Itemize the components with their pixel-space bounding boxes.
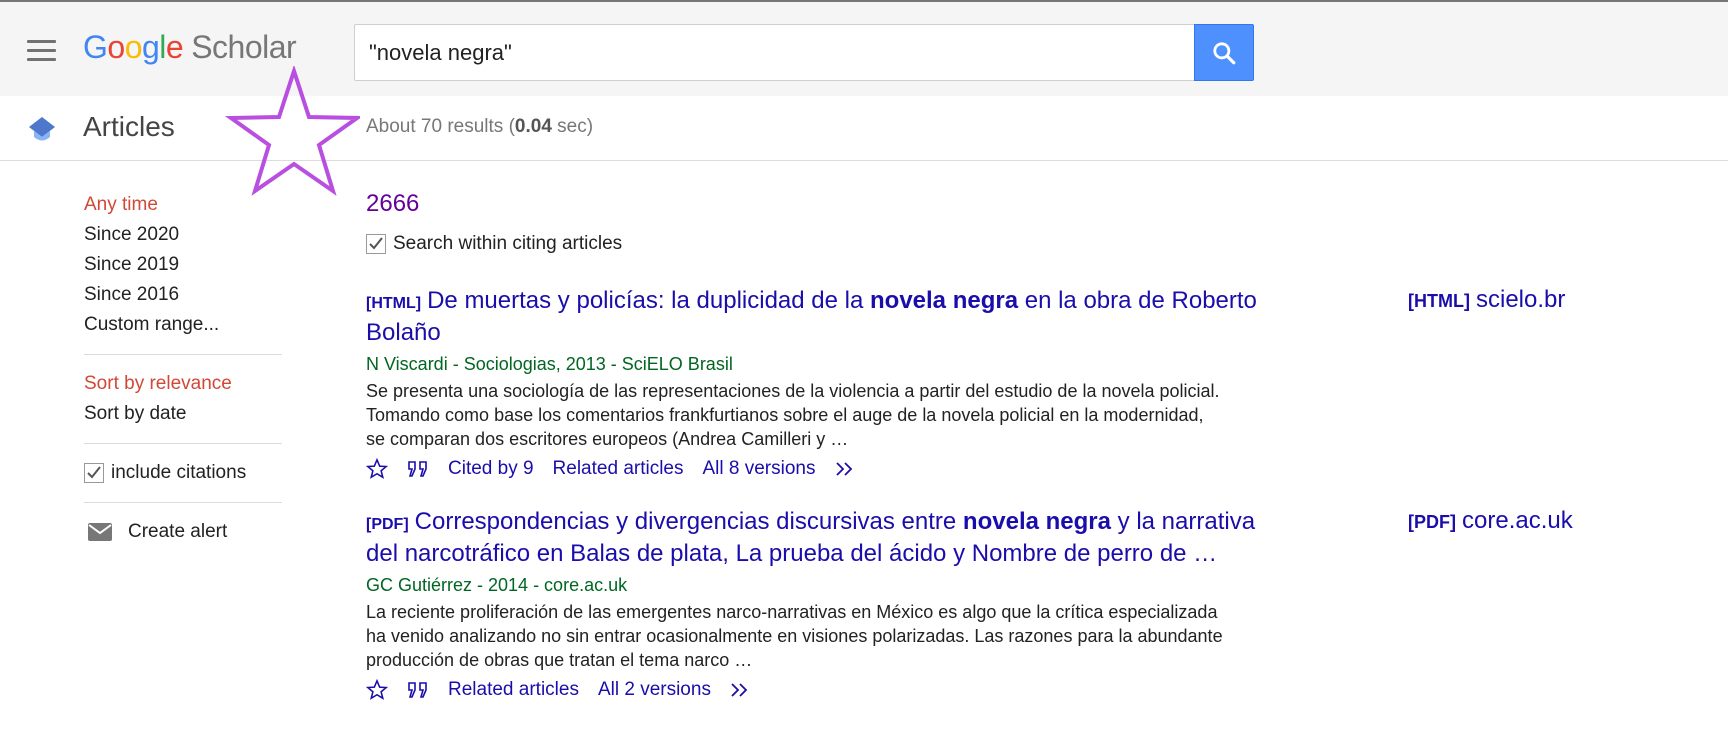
- side-format-tag: [HTML]: [1408, 291, 1470, 311]
- related-articles-link[interactable]: Related articles: [553, 458, 684, 480]
- logo-product-name: Scholar: [191, 29, 297, 65]
- result-meta: N Viscardi - Sociologias, 2013 - SciELO …: [366, 354, 733, 374]
- sidebar-divider: [84, 354, 282, 355]
- related-articles-link[interactable]: Related articles: [448, 679, 579, 701]
- cite-quote-icon[interactable]: [407, 460, 429, 478]
- side-domain: core.ac.uk: [1462, 507, 1573, 534]
- results-area: 2666 Search within citing articles [HTML…: [366, 190, 1666, 700]
- result-title-highlight: novela negra: [870, 287, 1019, 314]
- side-full-text-link[interactable]: [HTML] scielo.br: [1408, 286, 1565, 314]
- result-format-tag: [PDF]: [366, 516, 409, 533]
- search-input[interactable]: [355, 25, 1195, 80]
- all-versions-link[interactable]: All 2 versions: [598, 679, 711, 701]
- sort-by-relevance[interactable]: Sort by relevance: [84, 369, 282, 399]
- search-within-checkbox[interactable]: Search within citing articles: [366, 229, 1666, 259]
- result-format-tag: [HTML]: [366, 295, 422, 312]
- citing-count-link[interactable]: 2666: [366, 190, 1666, 223]
- include-citations-checkbox[interactable]: include citations: [84, 458, 282, 488]
- envelope-icon: [88, 523, 112, 541]
- filter-any-time[interactable]: Any time: [84, 190, 282, 220]
- more-chevrons-icon[interactable]: [730, 682, 752, 698]
- sidebar-divider: [84, 502, 282, 503]
- result-title-part: Correspondencias y divergencias discursi…: [414, 508, 963, 535]
- logo-letter: G: [83, 29, 108, 65]
- save-star-icon[interactable]: [366, 458, 388, 480]
- stats-time: 0.04: [514, 116, 552, 137]
- result-actions: Related articles All 2 versions: [366, 675, 1666, 705]
- result-title-link[interactable]: [PDF] Correspondencias y divergencias dis…: [366, 507, 1266, 568]
- more-chevrons-icon[interactable]: [835, 461, 857, 477]
- result-snippet: Se presenta una sociología de las repres…: [366, 381, 1220, 449]
- logo-letter: o: [124, 29, 143, 65]
- cite-quote-icon[interactable]: [407, 681, 429, 699]
- google-scholar-logo[interactable]: Google Scholar: [83, 29, 297, 66]
- section-label: Articles: [83, 111, 175, 142]
- filter-since-2016[interactable]: Since 2016: [84, 280, 282, 310]
- top-bar: Google Scholar: [0, 0, 1728, 96]
- mortarboard-icon: [29, 117, 55, 141]
- all-versions-link[interactable]: All 8 versions: [703, 458, 816, 480]
- save-star-icon[interactable]: [366, 679, 388, 701]
- search-within-label: Search within citing articles: [393, 233, 623, 254]
- result-meta: GC Gutiérrez - 2014 - core.ac.uk: [366, 575, 628, 595]
- create-alert-button[interactable]: Create alert: [84, 517, 282, 547]
- cited-by-link[interactable]: Cited by 9: [448, 458, 534, 480]
- logo-letter: e: [165, 29, 184, 65]
- sidebar: Any time Since 2020 Since 2019 Since 201…: [84, 190, 282, 547]
- filter-since-2019[interactable]: Since 2019: [84, 250, 282, 280]
- filter-since-2020[interactable]: Since 2020: [84, 220, 282, 250]
- checkbox-icon: [84, 463, 104, 483]
- stats-suffix: sec): [551, 116, 594, 137]
- search-icon: [1213, 41, 1236, 64]
- result-actions: Cited by 9 Related articles All 8 versio…: [366, 454, 1666, 484]
- side-full-text-link[interactable]: [PDF] core.ac.uk: [1408, 507, 1573, 535]
- logo-letter: o: [107, 29, 125, 65]
- result-item: [PDF] Correspondencias y divergencias dis…: [366, 507, 1666, 705]
- side-domain: scielo.br: [1475, 286, 1566, 313]
- search-box: [354, 24, 1196, 81]
- create-alert-label: Create alert: [128, 521, 228, 542]
- filter-custom-range[interactable]: Custom range...: [84, 310, 282, 340]
- stats-prefix: About 70 results (: [366, 116, 515, 137]
- checkbox-icon: [366, 234, 386, 254]
- sort-by-date[interactable]: Sort by date: [84, 399, 282, 429]
- menu-icon[interactable]: [27, 40, 56, 62]
- results-stats: About 70 results (0.04 sec): [366, 116, 593, 138]
- result-title-part: De muertas y policías: la duplicidad de …: [427, 287, 870, 314]
- result-title-link[interactable]: [HTML] De muertas y policías: la duplicid…: [366, 286, 1266, 347]
- include-citations-label: include citations: [111, 462, 247, 483]
- logo-letter: l: [159, 29, 166, 65]
- side-format-tag: [PDF]: [1408, 512, 1456, 532]
- result-title-highlight: novela negra: [962, 508, 1111, 535]
- search-button[interactable]: [1194, 24, 1254, 81]
- sub-bar: Articles About 70 results (0.04 sec): [0, 96, 1728, 161]
- logo-letter: g: [141, 29, 160, 65]
- result-item: [HTML] De muertas y policías: la duplicid…: [366, 286, 1666, 484]
- sidebar-divider: [84, 443, 282, 444]
- result-snippet: La reciente proliferación de las emergen…: [366, 602, 1223, 670]
